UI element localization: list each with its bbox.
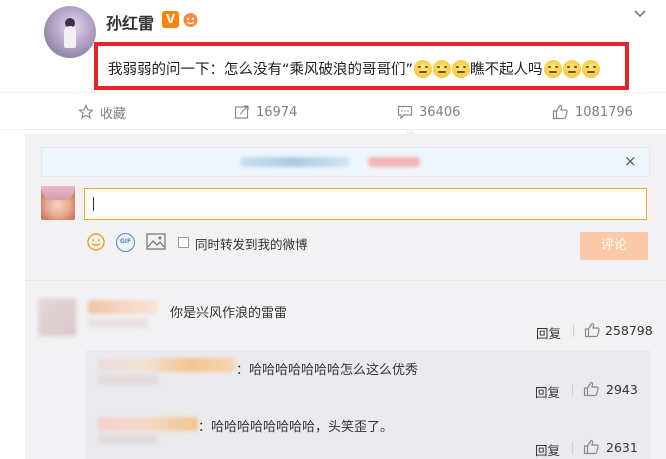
post-action-bar: 收藏 16974 36406 1081796 xyxy=(0,92,666,130)
commenter-meta-blurred xyxy=(88,318,148,328)
repost-label[interactable]: 同时转发到我的微博 xyxy=(195,234,308,253)
replier-name-blurred[interactable] xyxy=(98,417,198,431)
smiley-emoji-icon xyxy=(543,59,562,78)
smiley-emoji-icon xyxy=(452,59,471,78)
repost-checkbox[interactable] xyxy=(178,237,189,248)
reply-button[interactable]: 回复 xyxy=(535,382,560,401)
comment-icon xyxy=(397,105,413,120)
comment-button[interactable]: 36406 xyxy=(397,93,460,131)
poster-avatar[interactable] xyxy=(44,6,96,58)
separator xyxy=(573,325,574,337)
smiley-emoji-icon xyxy=(581,59,600,78)
reply-like-count: 2631 xyxy=(606,440,638,455)
chevron-down-icon[interactable] xyxy=(632,6,648,22)
smiley-emoji-icon xyxy=(414,59,433,78)
separator xyxy=(572,384,573,396)
reply-text: ：哈哈哈哈哈哈哈怎么这么优秀 xyxy=(236,363,419,378)
thumbs-up-icon xyxy=(552,104,568,120)
replier-meta-blurred xyxy=(98,375,158,385)
forward-button[interactable]: 16974 xyxy=(234,93,297,131)
comment-text: 你是兴风作浪的雷雷 xyxy=(170,306,288,321)
divider xyxy=(25,280,666,281)
thumbs-up-icon[interactable] xyxy=(583,381,600,397)
close-icon[interactable]: × xyxy=(624,152,637,170)
separator xyxy=(572,442,573,454)
smiley-emoji-icon xyxy=(562,59,581,78)
favorite-button[interactable]: 收藏 xyxy=(78,93,126,131)
reply-like-count: 2943 xyxy=(606,382,638,397)
image-icon[interactable] xyxy=(146,233,166,250)
commenter-name-blurred[interactable] xyxy=(88,300,158,314)
favorite-label: 收藏 xyxy=(100,106,127,122)
commenter-avatar[interactable] xyxy=(38,298,76,336)
like-button[interactable]: 1081796 xyxy=(552,93,633,131)
like-count: 1081796 xyxy=(575,104,633,120)
comment-input[interactable] xyxy=(84,188,647,220)
post-text: 我弱弱的问一下：怎么没有“乘风破浪的哥哥们” 瞧不起人吗 xyxy=(108,58,600,79)
smiley-icon[interactable] xyxy=(87,233,105,251)
reply-button[interactable]: 回复 xyxy=(535,440,560,459)
poster-name[interactable]: 孙红雷 xyxy=(106,10,154,34)
comment-like-count: 258798 xyxy=(605,323,653,338)
forward-count: 16974 xyxy=(256,104,298,120)
reply-button[interactable]: 回复 xyxy=(536,323,561,342)
smiley-emoji-icon xyxy=(433,59,452,78)
current-user-avatar xyxy=(41,186,75,220)
replier-name-blurred[interactable] xyxy=(98,358,236,372)
replier-meta-blurred xyxy=(98,434,158,444)
forward-icon xyxy=(234,105,249,119)
post-text-main: 我弱弱的问一下：怎么没有“乘风破浪的哥哥们” xyxy=(108,62,414,78)
reply-text: ：哈哈哈哈哈哈哈哈，头笑歪了。 xyxy=(198,420,394,435)
notice-link-blurred[interactable] xyxy=(368,157,420,167)
thumbs-up-icon[interactable] xyxy=(583,439,600,455)
text-caret xyxy=(93,197,94,211)
thumbs-up-icon[interactable] xyxy=(584,322,601,338)
post-text-tail: 瞧不起人吗 xyxy=(470,62,543,78)
verified-v-badge: V xyxy=(162,11,179,28)
submit-comment-button[interactable]: 评论 xyxy=(580,232,648,260)
star-icon xyxy=(78,104,94,120)
notice-text-blurred xyxy=(240,157,350,167)
fan-badge-icon xyxy=(183,13,198,27)
gif-icon[interactable]: GIF xyxy=(116,233,135,252)
comment-count: 36406 xyxy=(419,104,461,120)
